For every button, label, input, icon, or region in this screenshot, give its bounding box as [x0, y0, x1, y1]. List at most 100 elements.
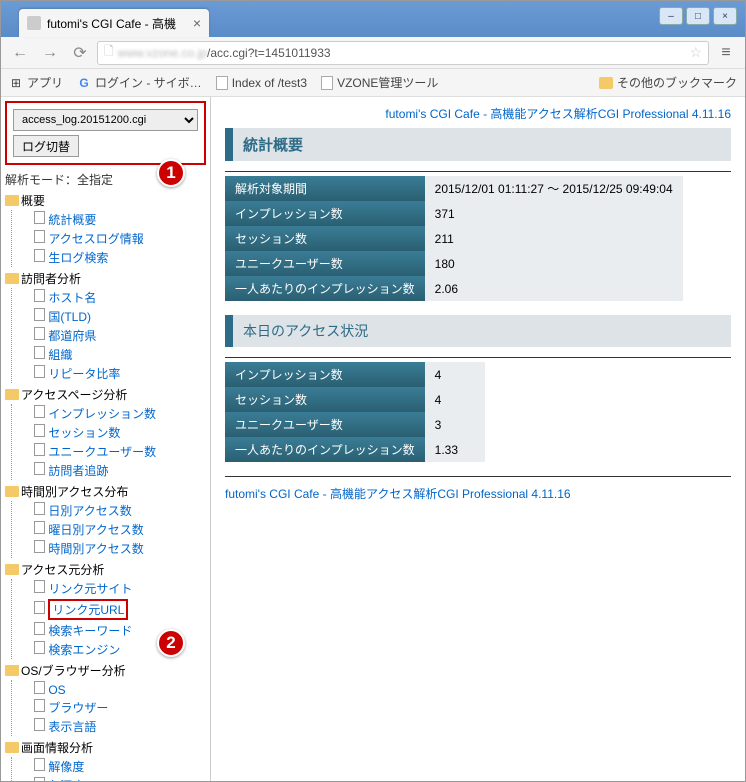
page-icon	[34, 777, 45, 781]
folder-screen[interactable]: 画面情報分析	[5, 738, 206, 757]
url-domain: www.vzone.co.jp	[118, 46, 207, 60]
folder-icon	[5, 273, 19, 284]
header-link: futomi's CGI Cafe - 高機能アクセス解析CGI Profess…	[225, 105, 731, 122]
stats-table-1: 解析対象期間2015/12/01 01:11:27 ～ 2015/12/25 0…	[225, 176, 683, 301]
page-icon	[34, 521, 45, 534]
bookmark-index[interactable]: Index of /test3	[216, 76, 307, 90]
page-icon	[34, 580, 45, 593]
folder-icon	[599, 77, 613, 89]
list-item[interactable]: OS	[20, 680, 206, 698]
table-row: 一人あたりのインプレッション数1.33	[225, 437, 485, 462]
product-link[interactable]: futomi's CGI Cafe - 高機能アクセス解析CGI Profess…	[385, 107, 731, 121]
address-bar[interactable]: 🗋 www.vzone.co.jp /acc.cgi?t=1451011933 …	[97, 41, 709, 65]
list-item[interactable]: 組織	[20, 345, 206, 364]
table-row: インプレッション数371	[225, 201, 683, 226]
product-link-footer[interactable]: futomi's CGI Cafe - 高機能アクセス解析CGI Profess…	[225, 487, 571, 501]
page-icon	[216, 76, 228, 90]
list-item[interactable]: リンク元URL	[20, 598, 206, 621]
table-row: セッション数4	[225, 387, 485, 412]
list-item[interactable]: ブラウザー	[20, 698, 206, 717]
forward-button[interactable]: →	[37, 40, 63, 66]
browser-window: – □ × futomi's CGI Cafe - 高機 × ← → ⟳ 🗋 w…	[0, 0, 746, 782]
list-item[interactable]: ユニークユーザー数	[20, 442, 206, 461]
list-item[interactable]: 日別アクセス数	[20, 501, 206, 520]
page-icon	[34, 681, 45, 694]
log-switch-button[interactable]: ログ切替	[13, 135, 79, 157]
list-item[interactable]: 表示言語	[20, 717, 206, 736]
back-button[interactable]: ←	[7, 40, 33, 66]
page-icon	[34, 365, 45, 378]
folder-pages[interactable]: アクセスページ分析	[5, 385, 206, 404]
list-item[interactable]: アクセスログ情報	[20, 229, 206, 248]
folder-visitors[interactable]: 訪問者分析	[5, 269, 206, 288]
list-item[interactable]: リンク元サイト	[20, 579, 206, 598]
list-item[interactable]: ホスト名	[20, 288, 206, 307]
list-item[interactable]: 解像度	[20, 757, 206, 776]
folder-icon	[5, 195, 19, 206]
google-icon: G	[77, 76, 91, 90]
annotation-badge-1: 1	[157, 159, 185, 187]
bookmark-login[interactable]: Gログイン - サイボ…	[77, 74, 202, 91]
section-title-today: 本日のアクセス状況	[225, 315, 731, 347]
list-item[interactable]: 生ログ検索	[20, 248, 206, 267]
folder-icon	[5, 389, 19, 400]
table-row: ユニークユーザー数3	[225, 412, 485, 437]
tab-title: futomi's CGI Cafe - 高機	[47, 15, 176, 32]
chrome-menu-button[interactable]: ≡	[713, 44, 739, 62]
page-icon	[34, 346, 45, 359]
folder-overview[interactable]: 概要	[5, 191, 206, 210]
list-item[interactable]: セッション数	[20, 423, 206, 442]
page-icon	[321, 76, 333, 90]
separator	[225, 171, 731, 172]
folder-time[interactable]: 時間別アクセス分布	[5, 482, 206, 501]
minimize-button[interactable]: –	[659, 7, 683, 25]
apps-shortcut[interactable]: ⊞アプリ	[9, 74, 63, 91]
bookmark-vzone[interactable]: VZONE管理ツール	[321, 74, 438, 91]
folder-os[interactable]: OS/ブラウザー分析	[5, 661, 206, 680]
folder-source[interactable]: アクセス元分析	[5, 560, 206, 579]
list-item[interactable]: 統計概要	[20, 210, 206, 229]
list-item[interactable]: リピータ比率	[20, 364, 206, 383]
close-window-button[interactable]: ×	[713, 7, 737, 25]
folder-icon	[5, 742, 19, 753]
footer-link-row: futomi's CGI Cafe - 高機能アクセス解析CGI Profess…	[225, 485, 731, 502]
list-item[interactable]: 時間別アクセス数	[20, 539, 206, 558]
main-panel: futomi's CGI Cafe - 高機能アクセス解析CGI Profess…	[211, 97, 745, 781]
separator	[225, 476, 731, 477]
page-icon	[34, 601, 45, 614]
table-row: セッション数211	[225, 226, 683, 251]
list-item[interactable]: インプレッション数	[20, 404, 206, 423]
log-file-select[interactable]: access_log.20151200.cgi	[13, 109, 198, 131]
page-icon	[34, 718, 45, 731]
reload-button[interactable]: ⟳	[67, 40, 93, 66]
page-icon	[34, 699, 45, 712]
list-item[interactable]: 曜日別アクセス数	[20, 520, 206, 539]
browser-tab[interactable]: futomi's CGI Cafe - 高機 ×	[19, 9, 209, 37]
list-item[interactable]: 訪問者追跡	[20, 461, 206, 480]
other-bookmarks[interactable]: その他のブックマーク	[599, 74, 737, 91]
sidebar: access_log.20151200.cgi ログ切替 1 解析モード：全指定…	[1, 97, 211, 781]
navigation-bar: ← → ⟳ 🗋 www.vzone.co.jp /acc.cgi?t=14510…	[1, 37, 745, 69]
bookmark-star-icon[interactable]: ☆	[689, 44, 702, 61]
page-icon	[34, 443, 45, 456]
page-icon	[34, 211, 45, 224]
bookmarks-bar: ⊞アプリ Gログイン - サイボ… Index of /test3 VZONE管…	[1, 69, 745, 97]
list-item[interactable]: 都道府県	[20, 326, 206, 345]
list-item[interactable]: 国(TLD)	[20, 307, 206, 326]
folder-icon	[5, 486, 19, 497]
maximize-button[interactable]: □	[686, 7, 710, 25]
window-controls: – □ ×	[659, 7, 737, 25]
page-icon	[34, 462, 45, 475]
favicon-icon	[27, 16, 41, 30]
folder-icon	[5, 564, 19, 575]
page-icon	[34, 405, 45, 418]
page-icon	[34, 230, 45, 243]
page-icon	[34, 327, 45, 340]
page-icon	[34, 502, 45, 515]
list-item[interactable]: 色深度	[20, 776, 206, 781]
close-tab-icon[interactable]: ×	[193, 15, 201, 31]
page-icon	[34, 289, 45, 302]
page-icon	[34, 540, 45, 553]
page-icon	[34, 758, 45, 771]
url-path: /acc.cgi?t=1451011933	[207, 46, 331, 60]
